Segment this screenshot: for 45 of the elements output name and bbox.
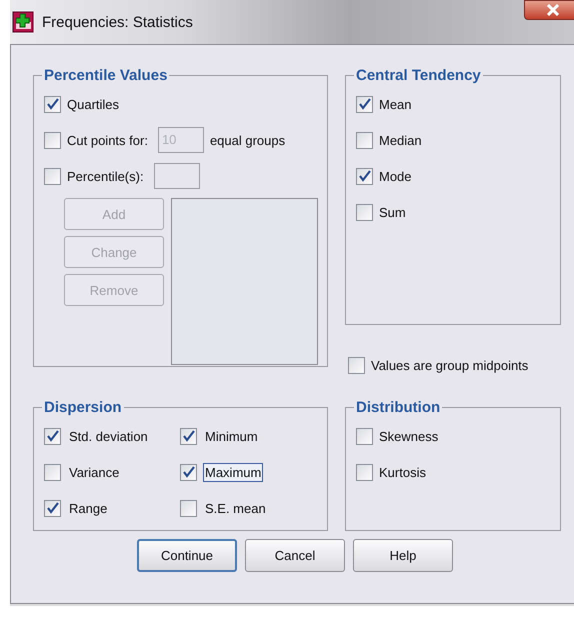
checkbox-label: Values are group midpoints: [371, 358, 528, 372]
dialog-button[interactable]: Cancel: [245, 539, 345, 572]
checkbox-label: S.E. mean: [204, 500, 267, 518]
checkbox[interactable]: [356, 204, 373, 220]
checkbox-label: Sum: [379, 204, 406, 220]
checkbox-label: Std. deviation: [68, 428, 149, 446]
checkbox[interactable]: [356, 96, 373, 112]
checkbox-label: Kurtosis: [379, 464, 426, 480]
checkbox[interactable]: [44, 168, 61, 184]
checkbox[interactable]: [44, 132, 61, 148]
checkbox[interactable]: [180, 464, 197, 480]
group-title: Dispersion: [43, 399, 123, 416]
group-title: Percentile Values: [43, 67, 168, 84]
app-icon: [12, 11, 34, 33]
checkbox-label: Median: [379, 132, 422, 148]
checkbox-label: Percentile(s):: [67, 168, 144, 184]
checkbox[interactable]: [180, 428, 197, 444]
checkbox[interactable]: [356, 168, 373, 184]
checkbox-label: Minimum: [204, 428, 259, 446]
checkbox-label: Skewness: [379, 428, 438, 444]
group-title: Central Tendency: [355, 67, 482, 84]
checkbox-label: Cut points for:: [67, 132, 148, 148]
checkbox[interactable]: [44, 428, 61, 444]
checkbox-label: Maximum: [203, 462, 264, 482]
checkbox[interactable]: [44, 96, 61, 112]
checkbox[interactable]: [44, 464, 61, 480]
group-title: Distribution: [355, 399, 442, 416]
close-button[interactable]: [524, 0, 574, 20]
checkbox[interactable]: [356, 428, 373, 444]
percentile-list[interactable]: [171, 198, 318, 365]
dialog-button[interactable]: Help: [353, 539, 453, 572]
checkbox[interactable]: [44, 500, 61, 516]
checkbox-label: Range: [68, 500, 108, 518]
checkbox[interactable]: [356, 132, 373, 148]
close-icon: [547, 4, 559, 16]
checkbox[interactable]: [180, 500, 197, 516]
window-title: Frequencies: Statistics: [42, 14, 193, 30]
checkbox-label: Variance: [68, 464, 120, 482]
dialog-button[interactable]: Continue: [137, 539, 237, 572]
checkbox[interactable]: [356, 464, 373, 480]
checkbox-label: Mode: [379, 168, 412, 184]
checkbox[interactable]: [348, 356, 365, 374]
field-suffix: equal groups: [210, 132, 286, 148]
checkbox-label: Quartiles: [67, 96, 120, 112]
checkbox-label: Mean: [379, 96, 412, 112]
